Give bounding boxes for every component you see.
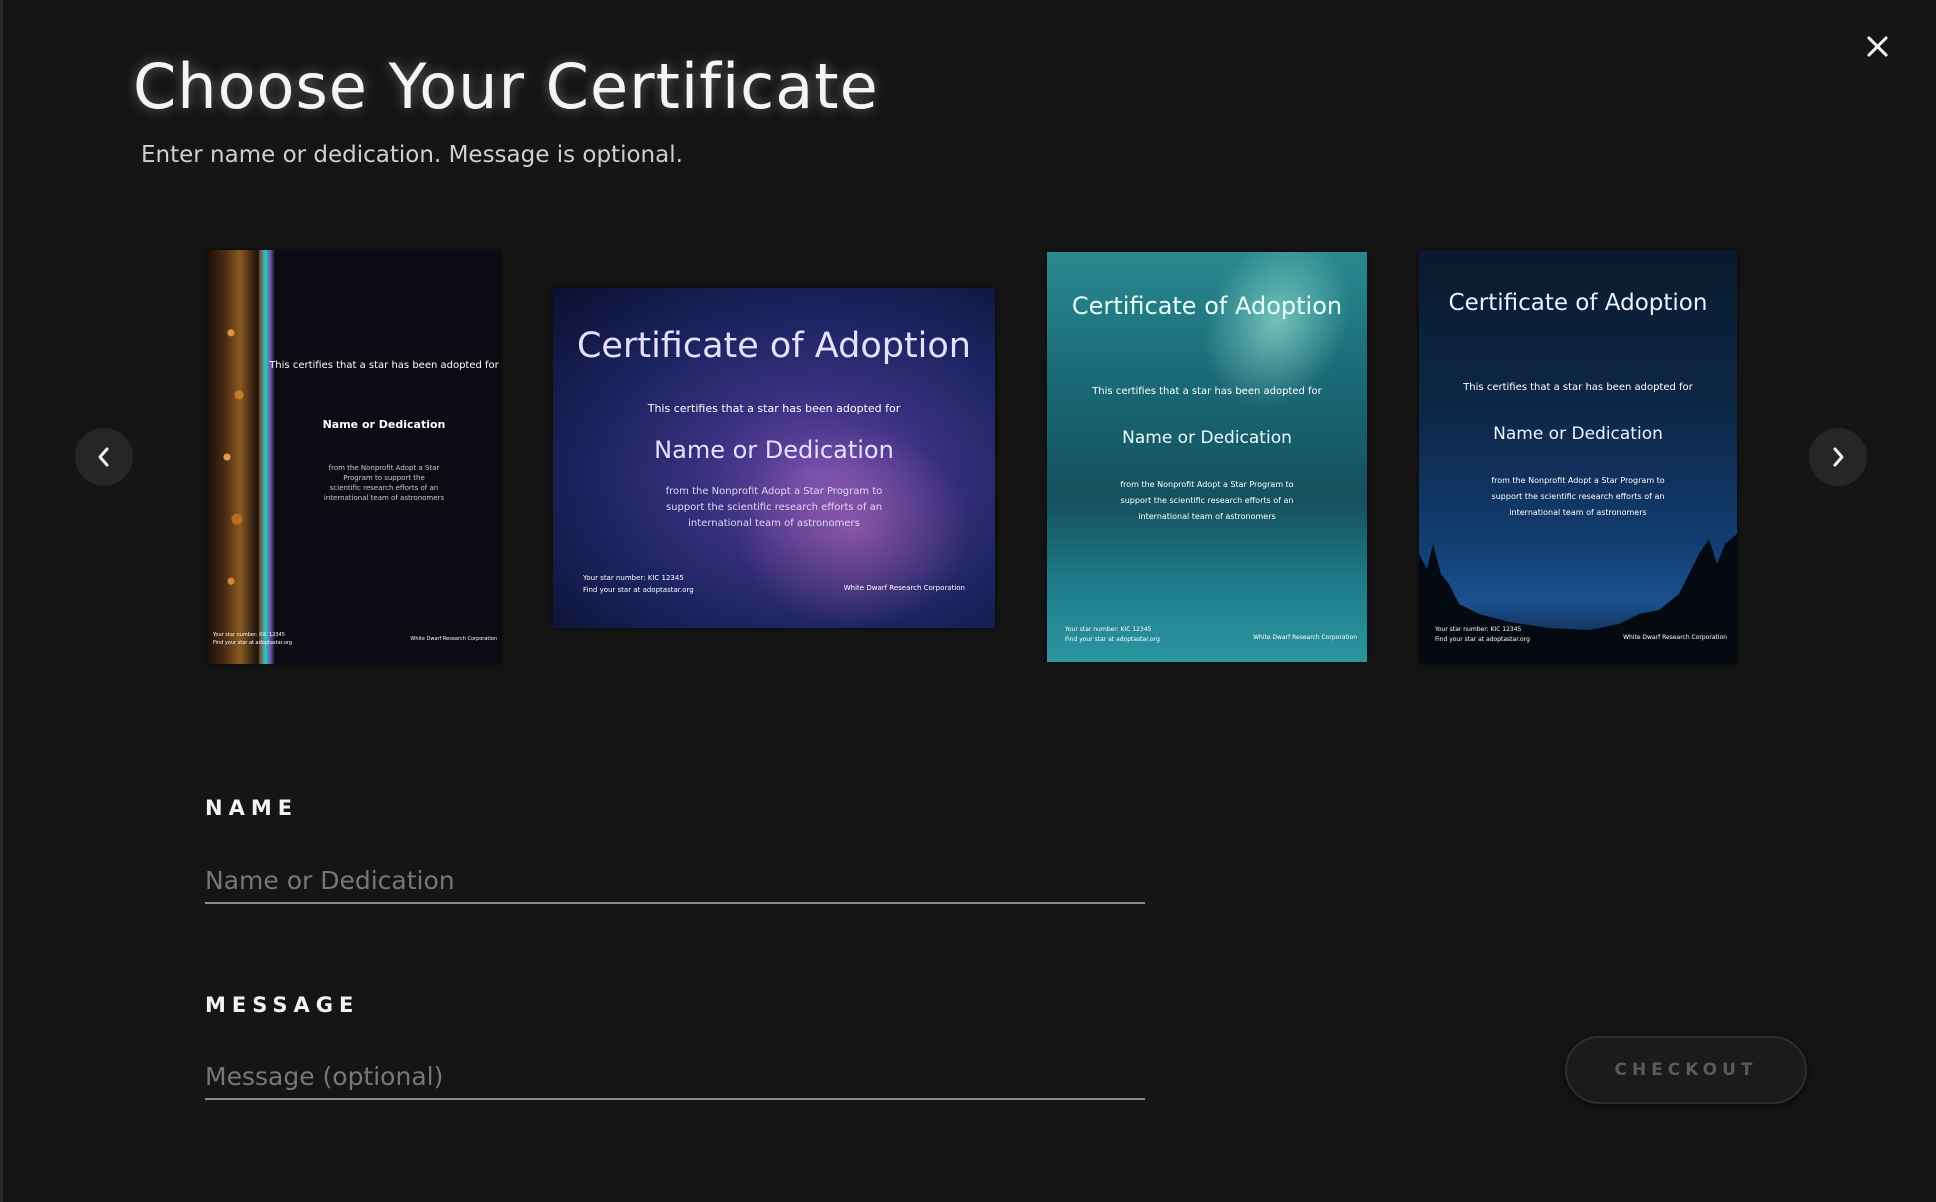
cert-heading: Certificate of Adoption [1071, 292, 1343, 320]
cert-body: support the scientific research efforts … [665, 502, 883, 513]
cert-body: international team of astronomers [688, 518, 860, 529]
cert-body: international team of astronomers [1138, 512, 1276, 521]
certificate-option-aurora[interactable]: Certificate of Adoption This certifies t… [1047, 252, 1367, 662]
cert-footer-right: White Dwarf Research Corporation [410, 636, 497, 642]
cert-name: Name or Dedication [1122, 428, 1292, 448]
certificate-option-earth[interactable]: This certifies that a star has been adop… [207, 250, 501, 664]
certificate-modal: Choose Your Certificate Enter name or de… [0, 0, 1936, 1202]
page-subtitle: Enter name or dedication. Message is opt… [141, 142, 683, 168]
cert-body: from the Nonprofit Adopt a Star [328, 464, 440, 472]
chevron-left-icon [98, 447, 109, 467]
city-lights-image [215, 250, 255, 664]
name-input[interactable] [205, 858, 1145, 904]
cert-footer-left: Your star number: KIC 12345 [1065, 626, 1152, 633]
cert-body: from the Nonprofit Adopt a Star Program … [665, 486, 883, 497]
cert-body: scientific research efforts of an [329, 484, 439, 492]
cert-footer-right: White Dwarf Research Corporation [1253, 634, 1357, 641]
cert-name: Name or Dedication [322, 418, 446, 431]
message-label: MESSAGE [205, 993, 360, 1017]
cert-line1: This certifies that a star has been adop… [647, 402, 901, 415]
atmosphere-glow [259, 250, 275, 664]
cert-line1: This certifies that a star has been adop… [269, 360, 499, 371]
cert-footer-left-2: Find your star at adoptastar.org [1065, 636, 1160, 643]
cert-body: international team of astronomers [323, 494, 445, 502]
cert-footer-right: White Dwarf Research Corporation [1623, 634, 1727, 641]
cert-footer-left-2: Find your star at adoptastar.org [213, 640, 293, 646]
cert-name: Name or Dedication [1493, 424, 1663, 444]
cert-body: Program to support the [343, 474, 425, 482]
cert-heading: Certificate of Adoption [576, 326, 971, 366]
cert-footer-left: Your star number: KIC 12345 [213, 632, 285, 638]
checkout-button[interactable]: CHECKOUT [1565, 1036, 1807, 1104]
cert-footer-left: Your star number: KIC 12345 [583, 574, 684, 582]
cert-body: support the scientific research efforts … [1491, 492, 1665, 501]
cert-footer-left-2: Find your star at adoptastar.org [583, 586, 694, 594]
cert-footer-right: White Dwarf Research Corporation [843, 584, 965, 592]
carousel-next-button[interactable] [1809, 428, 1867, 486]
cert-line1: This certifies that a star has been adop… [1463, 382, 1693, 393]
cert-line1: This certifies that a star has been adop… [1092, 386, 1322, 397]
close-icon[interactable] [1859, 28, 1895, 64]
cert-footer-left-2: Find your star at adoptastar.org [1435, 636, 1530, 643]
cert-name: Name or Dedication [654, 436, 894, 464]
certificate-option-forest[interactable]: Certificate of Adoption This certifies t… [1419, 250, 1737, 664]
cert-body: international team of astronomers [1509, 508, 1647, 517]
cert-body: from the Nonprofit Adopt a Star Program … [1491, 476, 1665, 485]
name-label: NAME [205, 796, 299, 820]
cert-body: support the scientific research efforts … [1120, 496, 1294, 505]
carousel-prev-button[interactable] [75, 428, 133, 486]
cert-heading: Certificate of Adoption [1448, 290, 1708, 316]
chevron-right-icon [1833, 447, 1844, 467]
cert-body: from the Nonprofit Adopt a Star Program … [1120, 480, 1294, 489]
cert-footer-left: Your star number: KIC 12345 [1435, 626, 1522, 633]
message-input[interactable] [205, 1054, 1145, 1100]
certificate-option-milky-way[interactable]: Certificate of Adoption This certifies t… [553, 288, 995, 628]
page-title: Choose Your Certificate [133, 50, 879, 123]
